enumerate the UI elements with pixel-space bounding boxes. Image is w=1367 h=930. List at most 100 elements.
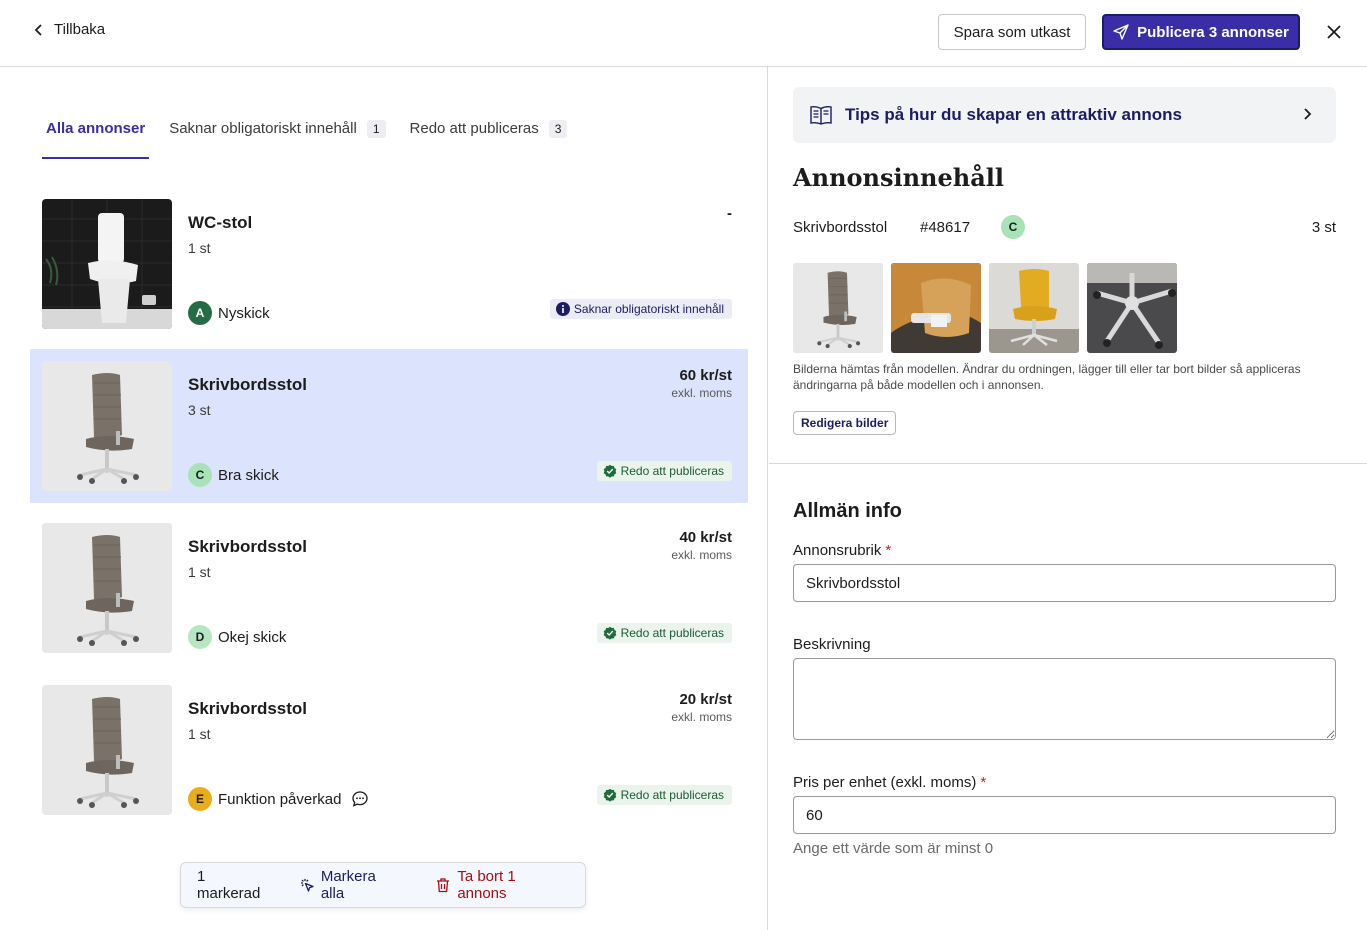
image-gallery bbox=[793, 263, 1177, 353]
item-id: #48617 bbox=[920, 219, 971, 236]
chevron-right-icon bbox=[1304, 108, 1312, 120]
select-all-label: Markera alla bbox=[320, 868, 376, 902]
tab-ready[interactable]: Redo att publiceras 3 bbox=[406, 107, 572, 159]
status-badge: Saknar obligatoriskt innehåll bbox=[549, 299, 732, 319]
back-button[interactable]: Tillbaka bbox=[32, 21, 105, 38]
tab-count-badge: 1 bbox=[366, 120, 386, 138]
tips-banner[interactable]: Tips på hur du skapar en attraktiv annon… bbox=[793, 87, 1336, 143]
listing-vat-note: exkl. moms bbox=[671, 548, 732, 562]
publish-label: Publicera 3 annonser bbox=[1137, 23, 1289, 41]
listing-card[interactable]: Skrivbordsstol 1 st 20 kr/st exkl. moms … bbox=[30, 673, 748, 827]
label-text: Annonsrubrik bbox=[793, 542, 882, 559]
publish-button[interactable]: Publicera 3 annonser bbox=[1102, 14, 1300, 50]
selection-count: 1 markerad bbox=[197, 868, 261, 902]
filter-tabs: Alla annonser Saknar obligatoriskt inneh… bbox=[42, 107, 587, 159]
listing-card-selected[interactable]: Skrivbordsstol 3 st 60 kr/st exkl. moms … bbox=[30, 349, 748, 503]
listing-thumbnail bbox=[42, 361, 172, 491]
description-field-label: Beskrivning bbox=[793, 636, 871, 653]
close-icon[interactable] bbox=[1324, 22, 1344, 42]
status-badge: Redo att publiceras bbox=[596, 623, 732, 643]
listing-card[interactable]: WC-stol 1 st - A Nyskick Saknar obligato… bbox=[30, 187, 748, 341]
check-badge-icon bbox=[603, 464, 617, 478]
status-label: Redo att publiceras bbox=[620, 788, 724, 802]
tab-missing-content[interactable]: Saknar obligatoriskt innehåll 1 bbox=[165, 107, 389, 159]
listing-card[interactable]: Skrivbordsstol 1 st 40 kr/st exkl. moms … bbox=[30, 511, 748, 665]
page-title: Annonsinnehåll bbox=[793, 163, 1005, 192]
listing-image[interactable] bbox=[793, 263, 883, 353]
grade-badge: D bbox=[188, 625, 212, 649]
tab-all[interactable]: Alla annonser bbox=[42, 107, 150, 159]
section-heading: Allmän info bbox=[793, 500, 902, 522]
delete-listing-button[interactable]: Ta bort 1 annons bbox=[435, 868, 569, 902]
tab-label: Saknar obligatoriskt innehåll bbox=[169, 120, 357, 137]
listing-title: WC-stol bbox=[188, 213, 253, 232]
item-meta: Skrivbordsstol #48617 C 3 st bbox=[793, 215, 1336, 239]
listing-price: 20 kr/st bbox=[679, 691, 732, 708]
title-input[interactable] bbox=[793, 564, 1336, 602]
top-bar: Tillbaka Spara som utkast Publicera 3 an… bbox=[0, 0, 1367, 67]
condition-label: Funktion påverkad bbox=[218, 790, 342, 808]
listing-title: Skrivbordsstol bbox=[188, 537, 308, 556]
status-label: Saknar obligatoriskt innehåll bbox=[573, 302, 724, 316]
listing-quantity: 1 st bbox=[188, 240, 211, 256]
price-hint: Ange ett värde som är minst 0 bbox=[793, 840, 994, 857]
listing-title: Skrivbordsstol bbox=[188, 375, 308, 394]
listing-quantity: 3 st bbox=[188, 402, 211, 418]
book-icon bbox=[810, 106, 832, 125]
required-marker: * bbox=[885, 542, 892, 559]
grade-badge: C bbox=[1001, 215, 1025, 239]
back-label: Tillbaka bbox=[54, 21, 106, 38]
condition: C Bra skick bbox=[188, 463, 279, 487]
listing-price: - bbox=[727, 205, 732, 222]
tab-label: Alla annonser bbox=[46, 120, 146, 137]
listing-title: Skrivbordsstol bbox=[188, 699, 308, 718]
condition: E Funktion påverkad bbox=[188, 787, 369, 811]
listing-image[interactable] bbox=[891, 263, 981, 353]
condition: D Okej skick bbox=[188, 625, 286, 649]
status-label: Redo att publiceras bbox=[620, 626, 724, 640]
save-draft-button[interactable]: Spara som utkast bbox=[938, 14, 1086, 50]
tab-label: Redo att publiceras bbox=[409, 120, 539, 137]
delete-label: Ta bort 1 annons bbox=[457, 868, 516, 902]
status-badge: Redo att publiceras bbox=[596, 461, 732, 481]
listing-image[interactable] bbox=[1087, 263, 1177, 353]
select-all-icon bbox=[300, 879, 314, 892]
description-textarea[interactable] bbox=[793, 658, 1336, 740]
listing-price: 60 kr/st bbox=[679, 367, 732, 384]
listing-vat-note: exkl. moms bbox=[671, 386, 732, 400]
tab-count-badge: 3 bbox=[548, 120, 568, 138]
listing-thumbnail bbox=[42, 685, 172, 815]
images-note: Bilderna hämtas från modellen. Ändrar du… bbox=[793, 362, 1301, 392]
send-icon bbox=[1113, 24, 1129, 40]
grade-badge: C bbox=[188, 463, 212, 487]
detail-panel: Tips på hur du skapar en attraktiv annon… bbox=[769, 67, 1367, 930]
comment-icon[interactable] bbox=[351, 790, 369, 808]
price-field-label: Pris per enhet (exkl. moms) * bbox=[793, 774, 986, 791]
tips-label: Tips på hur du skapar en attraktiv annon… bbox=[845, 105, 1182, 124]
status-label: Redo att publiceras bbox=[620, 464, 724, 478]
listing-quantity: 1 st bbox=[188, 726, 211, 742]
listing-quantity: 1 st bbox=[188, 564, 211, 580]
selection-bar: 1 markerad Markera alla Ta bort 1 annons bbox=[180, 862, 586, 908]
condition-label: Bra skick bbox=[218, 466, 279, 484]
item-name: Skrivbordsstol bbox=[793, 219, 888, 236]
select-all-button[interactable]: Markera alla bbox=[299, 868, 403, 902]
required-marker: * bbox=[980, 774, 987, 791]
listing-vat-note: exkl. moms bbox=[671, 710, 732, 724]
grade-badge: A bbox=[188, 301, 212, 325]
grade-badge: E bbox=[188, 787, 212, 811]
listing-price: 40 kr/st bbox=[679, 529, 732, 546]
condition-label: Okej skick bbox=[218, 628, 287, 646]
listing-image[interactable] bbox=[989, 263, 1079, 353]
check-badge-icon bbox=[603, 788, 617, 802]
listing-panel: Alla annonser Saknar obligatoriskt inneh… bbox=[0, 67, 768, 930]
label-text: Pris per enhet (exkl. moms) bbox=[793, 774, 977, 791]
price-input[interactable] bbox=[793, 796, 1336, 834]
section-divider bbox=[769, 463, 1367, 464]
condition: A Nyskick bbox=[188, 301, 270, 325]
status-badge: Redo att publiceras bbox=[596, 785, 732, 805]
check-badge-icon bbox=[603, 626, 617, 640]
title-field-label: Annonsrubrik * bbox=[793, 542, 891, 559]
chevron-left-icon bbox=[34, 23, 42, 36]
edit-images-button[interactable]: Redigera bilder bbox=[793, 411, 897, 435]
